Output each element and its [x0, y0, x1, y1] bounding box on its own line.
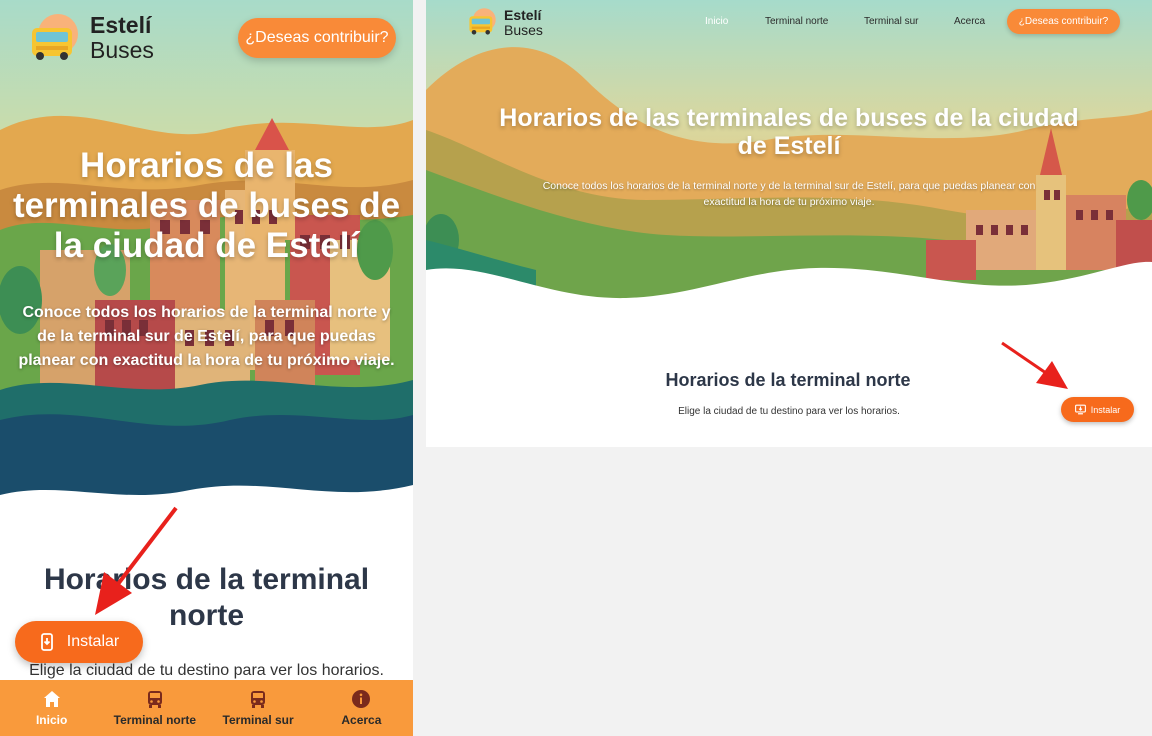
- hero-title: Horarios de las terminales de buses de l…: [499, 104, 1079, 160]
- brand-subname: Buses: [90, 37, 154, 63]
- nav-item-terminal-sur[interactable]: Terminal sur: [207, 680, 310, 736]
- nav-item-inicio[interactable]: Inicio: [0, 680, 103, 736]
- hero-title: Horarios de las terminales de buses de l…: [12, 146, 401, 265]
- nav-label: Acerca: [341, 713, 382, 727]
- hero-illustration: Estelí Buses ¿Deseas contribuir? Horario…: [0, 0, 413, 520]
- install-phone-icon: [40, 633, 53, 651]
- install-label: Instalar: [1090, 404, 1121, 415]
- section-title: Horarios de la terminal norte: [426, 370, 1152, 391]
- mobile-view: Estelí Buses ¿Deseas contribuir? Horario…: [0, 0, 413, 736]
- info-icon: [352, 690, 371, 708]
- nav-item-terminal-norte[interactable]: Terminal norte: [103, 680, 206, 736]
- menu-link-terminal-norte[interactable]: Terminal norte: [765, 16, 828, 27]
- install-button[interactable]: Instalar: [15, 621, 143, 663]
- hero-description: Conoce todos los horarios de la terminal…: [542, 180, 1036, 208]
- nav-label: Terminal norte: [113, 713, 197, 727]
- brand-logo[interactable]: Estelí Buses: [26, 10, 154, 66]
- bus-icon: [147, 691, 162, 708]
- section-subtitle: Elige la ciudad de tu destino para ver l…: [678, 406, 900, 417]
- nav-label: Terminal sur: [222, 713, 294, 727]
- bus-logo-icon: [469, 8, 496, 35]
- screenshot-stage: Estelí Buses ¿Deseas contribuir? Horario…: [0, 0, 1152, 736]
- menu-link-acerca[interactable]: Acerca: [954, 16, 985, 27]
- bottom-nav: Inicio Terminal norte Terminal sur Acerc…: [0, 680, 413, 736]
- bus-logo-icon: [32, 14, 78, 60]
- menu-link-terminal-sur[interactable]: Terminal sur: [864, 16, 918, 27]
- nav-label: Inicio: [35, 713, 68, 727]
- menu-link-inicio[interactable]: Inicio: [705, 16, 728, 27]
- nav-item-acerca[interactable]: Acerca: [310, 680, 413, 736]
- brand-name: Estelí: [504, 6, 542, 23]
- bus-icon: [251, 691, 266, 708]
- brand-logo[interactable]: Estelí Buses: [466, 6, 543, 38]
- install-button[interactable]: Instalar: [1061, 397, 1134, 422]
- home-icon: [43, 691, 60, 707]
- desktop-view: Estelí Buses Inicio Terminal norte Termi…: [426, 0, 1152, 447]
- install-label: Instalar: [66, 633, 120, 650]
- section-subtitle: Elige la ciudad de tu destino para ver l…: [29, 662, 384, 679]
- brand-name: Estelí: [90, 12, 152, 38]
- contribute-button[interactable]: ¿Deseas contribuir?: [238, 18, 396, 58]
- section-title-text: Horarios de la terminal norte: [665, 370, 911, 390]
- install-monitor-icon: [1074, 404, 1086, 415]
- brand-subname: Buses: [504, 21, 543, 38]
- contribute-button[interactable]: ¿Deseas contribuir?: [1007, 9, 1120, 34]
- hero-description: Conoce todos los horarios de la terminal…: [18, 304, 395, 369]
